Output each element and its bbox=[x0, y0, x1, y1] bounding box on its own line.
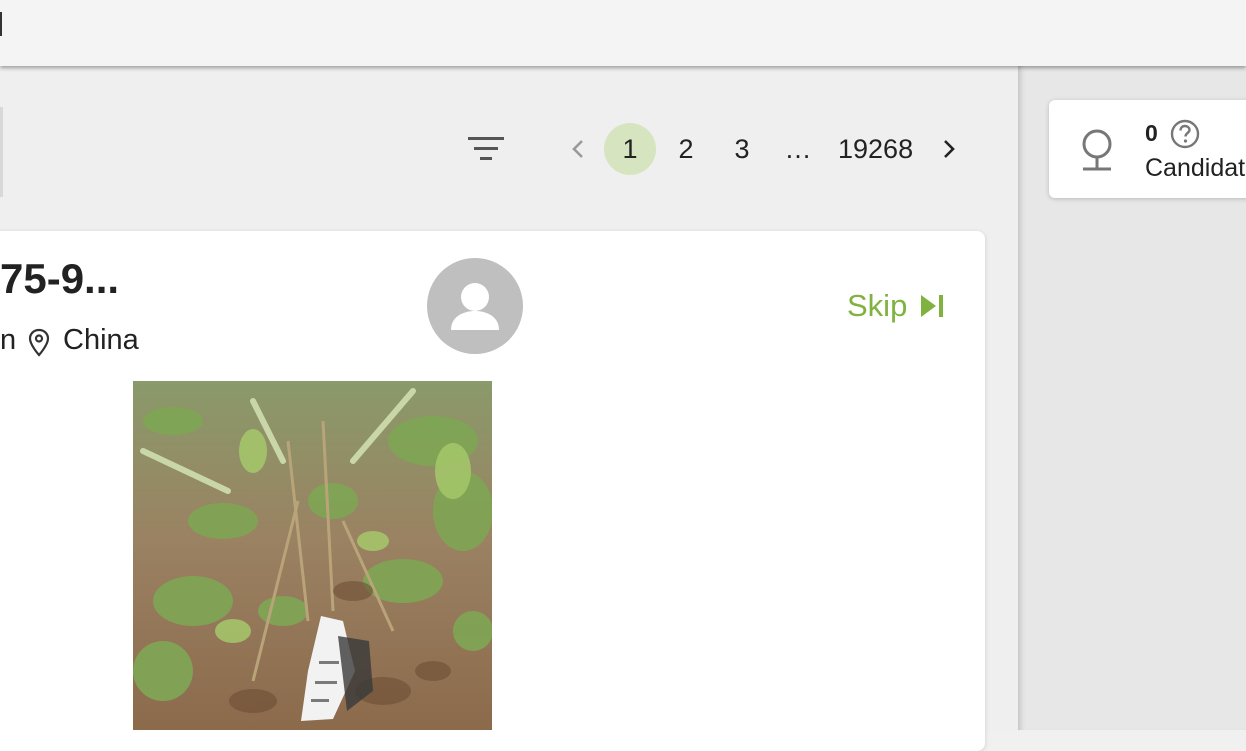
page-button-3[interactable]: 3 bbox=[716, 123, 768, 175]
page-button-2[interactable]: 2 bbox=[660, 123, 712, 175]
skip-button[interactable]: Skip bbox=[847, 288, 945, 324]
filter-button[interactable] bbox=[466, 134, 506, 166]
location-pin-icon bbox=[28, 328, 50, 357]
observation-location: China bbox=[63, 324, 139, 356]
text-cursor bbox=[0, 12, 2, 36]
top-bar bbox=[0, 0, 1246, 66]
skip-next-icon bbox=[921, 295, 944, 317]
pagination: 1 2 3 … 19268 bbox=[556, 123, 975, 175]
left-panel-edge bbox=[0, 107, 3, 197]
plant-photo-image bbox=[133, 381, 492, 730]
chevron-right-icon bbox=[944, 140, 955, 158]
filter-icon bbox=[468, 137, 504, 160]
chevron-left-icon bbox=[572, 140, 583, 158]
candidate-panel: 0 Candidate bbox=[1049, 100, 1246, 198]
next-page-button[interactable] bbox=[927, 123, 971, 175]
skip-label: Skip bbox=[847, 288, 908, 323]
observation-title[interactable]: 75-9... bbox=[0, 255, 119, 303]
page-button-last[interactable]: 19268 bbox=[828, 123, 923, 175]
pin-marker-icon bbox=[1082, 129, 1112, 171]
observation-photo[interactable] bbox=[133, 381, 492, 730]
prev-page-button[interactable] bbox=[556, 123, 600, 175]
observation-meta-prefix: n bbox=[0, 324, 17, 356]
user-avatar[interactable] bbox=[427, 258, 523, 354]
help-circle-icon[interactable] bbox=[1170, 119, 1200, 149]
candidate-label: Candidate bbox=[1145, 154, 1246, 182]
user-avatar-icon bbox=[451, 283, 499, 330]
candidate-count: 0 bbox=[1145, 120, 1158, 146]
page-button-1[interactable]: 1 bbox=[604, 123, 656, 175]
page-ellipsis: … bbox=[784, 133, 812, 164]
